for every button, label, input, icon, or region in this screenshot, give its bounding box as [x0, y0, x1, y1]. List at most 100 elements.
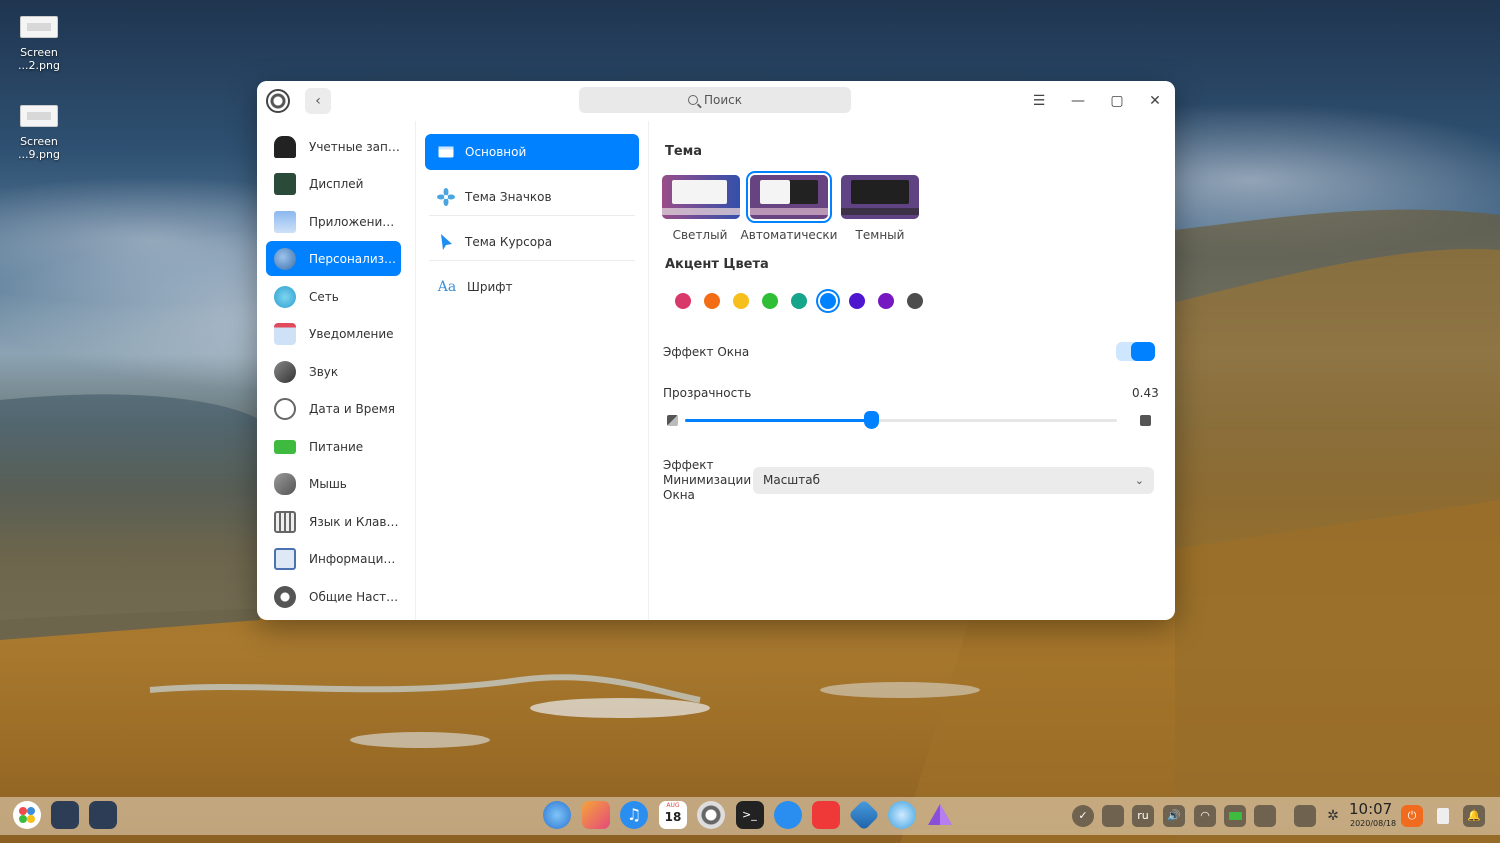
- settings-icon[interactable]: [697, 801, 725, 829]
- menu-button[interactable]: ☰: [1028, 90, 1050, 112]
- theme-heading: Тема: [665, 144, 703, 159]
- sidebar-item-network[interactable]: Сеть: [266, 279, 401, 314]
- sidebar-item-accounts[interactable]: Учетные записи: [266, 129, 401, 164]
- user-icon: [274, 135, 296, 158]
- music-icon[interactable]: ♫: [620, 801, 648, 829]
- sidebar-item-personalization[interactable]: Персонализац...: [266, 241, 401, 276]
- sidebar-item-keyboard[interactable]: Язык и Клавиа...: [266, 504, 401, 539]
- minimize-effect-label-line: Окна: [663, 488, 695, 502]
- multitasking-icon[interactable]: [51, 801, 79, 829]
- sidebar-item-datetime[interactable]: Дата и Время: [266, 391, 401, 426]
- back-button[interactable]: ‹: [305, 88, 331, 114]
- theme-light-option[interactable]: [662, 175, 740, 219]
- battery-icon[interactable]: [1224, 805, 1246, 827]
- accent-color-swatch[interactable]: [704, 293, 720, 309]
- browser-icon[interactable]: [888, 801, 916, 829]
- prism-icon[interactable]: [926, 801, 954, 829]
- desktop-file-label: ...9.png: [18, 148, 60, 161]
- clock-time[interactable]: 10:07: [1349, 800, 1392, 818]
- photos-icon[interactable]: [582, 801, 610, 829]
- app-store-icon[interactable]: [774, 801, 802, 829]
- toggle-knob: [1131, 342, 1155, 361]
- transparency-slider[interactable]: [685, 419, 1117, 422]
- sidebar-item-display[interactable]: Дисплей: [266, 166, 401, 201]
- accent-color-swatch[interactable]: [733, 293, 749, 309]
- accent-color-swatch[interactable]: [878, 293, 894, 309]
- desktop-file-label: Screen: [20, 135, 58, 148]
- network-icon: [274, 285, 296, 308]
- separator: [429, 260, 635, 261]
- check-icon[interactable]: ✓: [1072, 805, 1094, 827]
- power-icon[interactable]: ⏻: [1401, 805, 1423, 827]
- sidebar-item-default-apps[interactable]: Приложения п...: [266, 204, 401, 239]
- notification-bell-icon[interactable]: 🔔: [1463, 805, 1485, 827]
- accent-color-heading: Акцент Цвета: [665, 257, 769, 272]
- sidebar-item-system-info[interactable]: Информация о...: [266, 541, 401, 576]
- deepin-icon[interactable]: [848, 799, 880, 831]
- desktop-file-screenshot-1[interactable]: Screen ...2.png: [8, 16, 70, 72]
- window-effect-label: Эффект Окна: [663, 345, 750, 359]
- theme-auto-option[interactable]: [746, 171, 832, 223]
- accent-color-swatch[interactable]: [907, 293, 923, 309]
- sound-icon: [274, 360, 296, 383]
- gear-icon[interactable]: ✲: [1322, 805, 1344, 827]
- tab-label: Тема Курсора: [465, 235, 553, 249]
- power-icon: [274, 439, 296, 454]
- terminal-icon[interactable]: >_: [736, 801, 764, 829]
- theme-dark-option[interactable]: [841, 175, 919, 219]
- calendar-icon[interactable]: AUG 18: [659, 801, 687, 829]
- keyboard-icon: [274, 510, 296, 533]
- accent-color-swatch[interactable]: [762, 293, 778, 309]
- maximize-button[interactable]: ▢: [1106, 90, 1128, 112]
- wifi-icon[interactable]: ◠: [1194, 805, 1216, 827]
- theme-auto-label: Автоматически: [740, 228, 838, 242]
- accent-color-swatch[interactable]: [849, 293, 865, 309]
- window-effect-toggle[interactable]: [1116, 342, 1155, 361]
- minimize-button[interactable]: —: [1067, 90, 1089, 112]
- search-placeholder: Поиск: [703, 93, 742, 107]
- icon-theme-icon: [437, 188, 455, 206]
- tab-general[interactable]: Основной: [425, 134, 639, 170]
- sidebar-item-sound[interactable]: Звук: [266, 354, 401, 389]
- keyboard-layout-icon[interactable]: [1294, 805, 1316, 827]
- language-indicator[interactable]: ru: [1132, 805, 1154, 827]
- sidebar-item-general-settings[interactable]: Общие Настро...: [266, 579, 401, 614]
- workspace-icon[interactable]: [89, 801, 117, 829]
- trash-icon[interactable]: [1432, 805, 1454, 827]
- file-manager-icon[interactable]: [543, 801, 571, 829]
- accent-color-swatch[interactable]: [675, 293, 691, 309]
- accent-color-swatch[interactable]: [791, 293, 807, 309]
- minimize-effect-select[interactable]: Масштаб ⌄: [753, 467, 1154, 494]
- cursor-icon: [437, 233, 455, 251]
- theme-dark-label: Темный: [855, 228, 905, 242]
- close-button[interactable]: ✕: [1144, 90, 1166, 112]
- tray-app-icon[interactable]: [1254, 805, 1276, 827]
- desktop-file-label: ...2.png: [18, 59, 60, 72]
- sidebar-item-notifications[interactable]: Уведомление: [266, 316, 401, 351]
- accent-color-swatch[interactable]: [820, 293, 836, 309]
- window-icon: [437, 143, 455, 161]
- sidebar-item-mouse[interactable]: Мышь: [266, 466, 401, 501]
- select-value: Масштаб: [763, 473, 821, 487]
- clock-icon: [274, 397, 296, 420]
- tab-label: Шрифт: [467, 280, 513, 294]
- sidebar-divider: [415, 121, 416, 620]
- clock-date[interactable]: 2020/08/18: [1350, 819, 1396, 828]
- slider-handle[interactable]: [863, 411, 879, 429]
- tab-icon-theme[interactable]: Тема Значков: [425, 179, 639, 215]
- tab-cursor-theme[interactable]: Тема Курсора: [425, 224, 639, 260]
- notification-icon: [274, 322, 296, 345]
- desktop-file-screenshot-2[interactable]: Screen ...9.png: [8, 105, 70, 161]
- theme-light-preview: [662, 175, 740, 219]
- vivaldi-icon[interactable]: [812, 801, 840, 829]
- mouse-icon: [274, 472, 296, 495]
- tab-font[interactable]: Aa Шрифт: [425, 269, 639, 305]
- search-input[interactable]: Поиск: [579, 87, 851, 113]
- transparency-label: Прозрачность: [663, 386, 752, 400]
- screen-record-icon[interactable]: [1102, 805, 1124, 827]
- slider-fill: [685, 419, 871, 422]
- launcher-icon[interactable]: [13, 801, 41, 829]
- sidebar-item-power[interactable]: Питание: [266, 429, 401, 464]
- volume-icon[interactable]: 🔊: [1163, 805, 1185, 827]
- sidebar-item-label: Приложения п...: [309, 214, 401, 229]
